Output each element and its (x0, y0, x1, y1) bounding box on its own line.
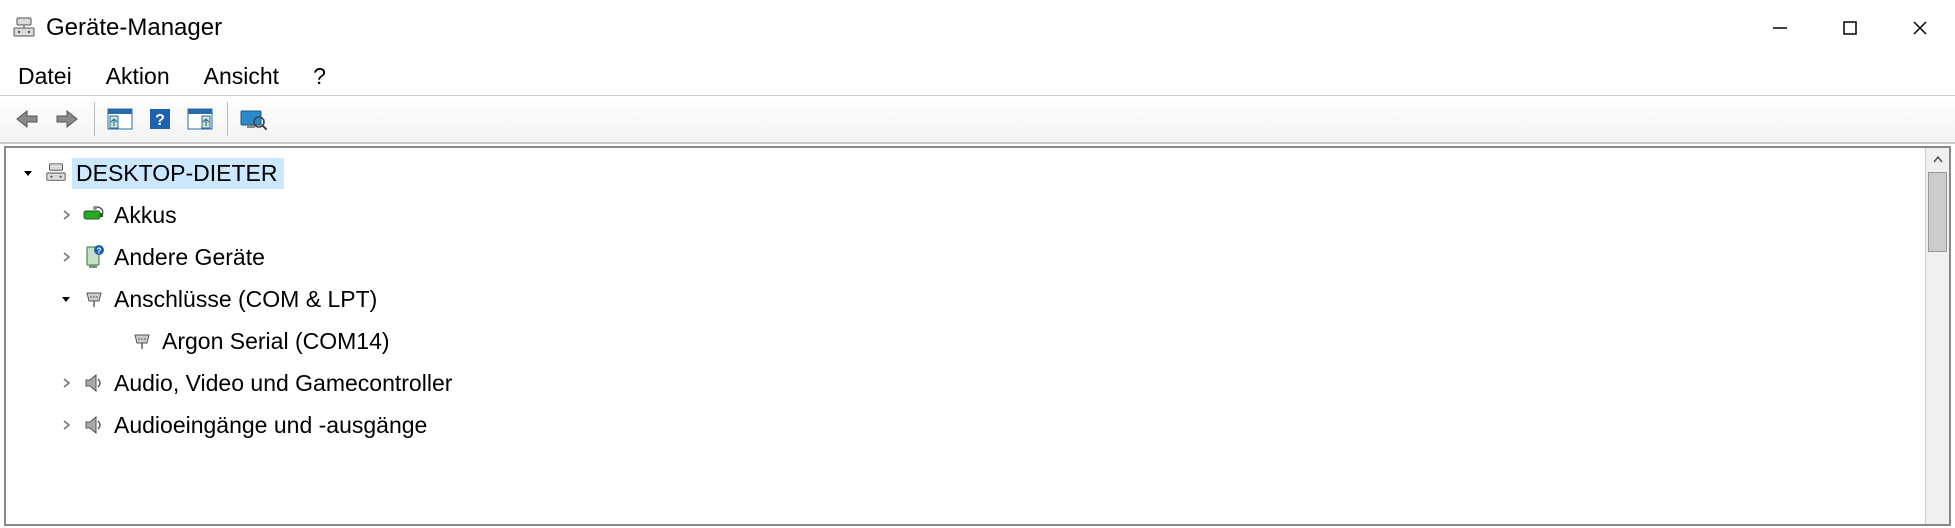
tree-label: Akkus (114, 202, 177, 229)
maximize-button[interactable] (1815, 0, 1885, 56)
device-tree-container: DESKTOP-DIETER Akkus (4, 146, 1951, 526)
tree-root[interactable]: DESKTOP-DIETER (6, 152, 1925, 194)
device-manager-icon (12, 16, 36, 40)
vertical-scrollbar[interactable] (1925, 148, 1949, 524)
toolbar-separator (94, 102, 95, 136)
forward-button[interactable] (48, 101, 86, 137)
show-hide-tree-button[interactable] (101, 101, 139, 137)
no-arrow (102, 329, 126, 353)
help-button[interactable]: ? (141, 101, 179, 137)
menu-view[interactable]: Ansicht (204, 56, 279, 96)
minimize-button[interactable] (1745, 0, 1815, 56)
chevron-right-icon[interactable] (54, 203, 78, 227)
tree-node-other-devices[interactable]: ? Andere Geräte (6, 236, 1925, 278)
device-tree[interactable]: DESKTOP-DIETER Akkus (6, 148, 1925, 524)
chevron-down-icon[interactable] (54, 287, 78, 311)
tree-node-audio-video-game[interactable]: Audio, Video und Gamecontroller (6, 362, 1925, 404)
chevron-right-icon[interactable] (54, 371, 78, 395)
toolbar: ? (0, 96, 1955, 144)
tree-label: Audio, Video und Gamecontroller (114, 370, 452, 397)
scroll-thumb[interactable] (1928, 172, 1947, 252)
toolbar-separator (227, 102, 228, 136)
scan-hardware-button[interactable] (234, 101, 272, 137)
speaker-icon (82, 371, 106, 395)
tree-leaf-argon-serial[interactable]: Argon Serial (COM14) (6, 320, 1925, 362)
port-icon (82, 287, 106, 311)
tree-label: Anschlüsse (COM & LPT) (114, 286, 377, 313)
tree-label: Argon Serial (COM14) (162, 328, 390, 355)
port-icon (130, 329, 154, 353)
svg-text:?: ? (155, 112, 165, 129)
menu-file[interactable]: Datei (18, 56, 72, 96)
menubar: Datei Aktion Ansicht ? (0, 56, 1955, 96)
chevron-right-icon[interactable] (54, 413, 78, 437)
back-button[interactable] (8, 101, 46, 137)
computer-icon (44, 161, 68, 185)
chevron-down-icon[interactable] (16, 161, 40, 185)
svg-text:?: ? (97, 247, 102, 256)
tree-node-ports[interactable]: Anschlüsse (COM & LPT) (6, 278, 1925, 320)
unknown-device-icon: ? (82, 245, 106, 269)
tree-label: Andere Geräte (114, 244, 265, 271)
tree-root-label: DESKTOP-DIETER (72, 158, 284, 189)
window-title: Geräte-Manager (46, 14, 222, 42)
tree-node-audio-io[interactable]: Audioeingänge und -ausgänge (6, 404, 1925, 446)
titlebar: Geräte-Manager (0, 0, 1955, 56)
tree-label: Audioeingänge und -ausgänge (114, 412, 427, 439)
scroll-up-icon[interactable] (1926, 148, 1949, 172)
chevron-right-icon[interactable] (54, 245, 78, 269)
tree-node-batteries[interactable]: Akkus (6, 194, 1925, 236)
battery-icon (82, 203, 106, 227)
action-pane-button[interactable] (181, 101, 219, 137)
menu-help[interactable]: ? (313, 56, 326, 96)
speaker-icon (82, 413, 106, 437)
menu-action[interactable]: Aktion (106, 56, 170, 96)
device-manager-window: Geräte-Manager Datei Aktion Ansicht ? (0, 0, 1955, 528)
close-button[interactable] (1885, 0, 1955, 56)
